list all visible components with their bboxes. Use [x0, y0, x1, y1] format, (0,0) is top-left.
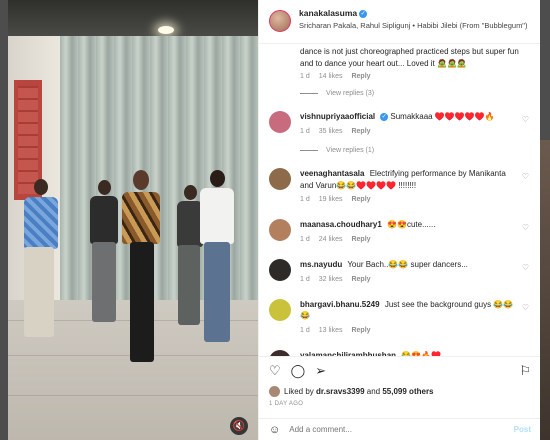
liker-avatar: [269, 386, 280, 397]
liked-by-summary: Liked by dr.sravs3399 and 55,099 others: [269, 386, 531, 397]
commenter-username[interactable]: maanasa.choudhary1: [300, 220, 382, 229]
bookmark-icon[interactable]: ⚐: [519, 363, 531, 379]
verified-icon: ✓: [380, 113, 389, 122]
audio-track-link[interactable]: Sricharan Pakala, Rahul Sipligunj • Habi…: [299, 21, 527, 31]
comment-time: 1 d: [300, 127, 310, 135]
comment-likes[interactable]: 14 likes: [319, 73, 343, 80]
commenter-username[interactable]: veenaghantasala: [300, 169, 364, 178]
commenter-avatar[interactable]: [269, 298, 291, 321]
comment-text: Sumakkaaa ♥️♥️♥️♥️♥️🔥: [390, 112, 495, 122]
post-actions: ♡ ◯ ➢ ⚐ Liked by dr.sravs3399 and 55,099…: [259, 356, 540, 416]
reply-button[interactable]: Reply: [351, 235, 370, 245]
reel-video[interactable]: 🔇: [8, 0, 258, 440]
comments-panel: kanakalasuma ✓ Sricharan Pakala, Rahul Si…: [258, 0, 540, 440]
comments-list[interactable]: dance is not just choreographed practice…: [259, 44, 540, 356]
commenter-avatar[interactable]: [269, 219, 291, 242]
view-replies-label: View replies (3): [326, 90, 375, 98]
dancer-right: [194, 170, 240, 360]
mute-button[interactable]: 🔇: [230, 417, 248, 435]
like-comment-heart-icon[interactable]: ♡: [522, 303, 529, 312]
heart-icon[interactable]: ♡: [269, 363, 281, 379]
top-comment-line-2: and to dance your heart out... Loved it …: [300, 58, 467, 68]
reply-button[interactable]: Reply: [351, 127, 370, 137]
top-comment-meta: 1 d 14 likes Reply: [300, 73, 531, 80]
commenter-username[interactable]: ms.nayudu: [300, 260, 342, 269]
like-comment-heart-icon[interactable]: ♡: [522, 172, 529, 181]
replies-dash: [300, 149, 318, 151]
reply-button[interactable]: Reply: [351, 275, 370, 285]
comment-likes[interactable]: 13 likes: [319, 326, 343, 336]
view-replies-label: View replies (1): [326, 146, 375, 154]
add-comment-bar: ☺ Post: [259, 418, 540, 440]
comment-item: vishnupriyaaofficial ✓ Sumakkaaa ♥️♥️♥️♥️…: [269, 111, 531, 137]
comment-input[interactable]: [289, 425, 514, 434]
post-button[interactable]: Post: [514, 425, 531, 434]
reply-button[interactable]: Reply: [351, 73, 370, 80]
author-avatar[interactable]: [269, 10, 291, 32]
reply-button[interactable]: Reply: [351, 195, 370, 205]
backdrop-next-post-edge: [540, 140, 550, 440]
commenter-avatar[interactable]: [269, 258, 291, 281]
like-comment-heart-icon[interactable]: ♡: [522, 223, 529, 232]
view-replies-button[interactable]: View replies (3): [300, 90, 531, 97]
comment-time: 1 d: [300, 275, 310, 283]
view-replies-button[interactable]: View replies (1): [300, 147, 531, 154]
post-date[interactable]: 1 DAY AGO: [269, 401, 531, 407]
comment-item: veenaghantasala Electrifying performance…: [269, 167, 531, 205]
share-icon[interactable]: ➢: [315, 363, 326, 379]
commenter-avatar[interactable]: [269, 111, 291, 134]
post-header: kanakalasuma ✓ Sricharan Pakala, Rahul Si…: [259, 0, 540, 44]
commenter-username[interactable]: bhargavi.bhanu.5249: [300, 300, 380, 309]
comment-time: 1 d: [300, 326, 310, 334]
emoji-icon[interactable]: ☺: [269, 424, 280, 436]
dancer-center: [116, 170, 166, 370]
comment-item: ms.nayudu Your Bach..😂😂 super dancers...…: [269, 258, 531, 285]
reply-button[interactable]: Reply: [351, 326, 370, 336]
video-ceiling-light: [158, 26, 174, 34]
comment-likes[interactable]: 35 likes: [319, 127, 343, 137]
comment-text: Your Bach..😂😂 super dancers...: [347, 259, 468, 269]
comment-icon[interactable]: ◯: [291, 363, 306, 379]
top-comment-line-1: dance is not just choreographed practice…: [300, 47, 519, 56]
dancer-left: [16, 175, 66, 345]
comment-likes[interactable]: 19 likes: [319, 195, 343, 205]
comment-time: 1 d: [300, 196, 310, 204]
liked-by-prefix: Liked by: [284, 387, 314, 396]
like-comment-heart-icon[interactable]: ♡: [522, 115, 529, 124]
like-comment-heart-icon[interactable]: ♡: [522, 263, 529, 272]
author-username[interactable]: kanakalasuma: [299, 8, 357, 18]
top-comment-text: dance is not just choreographed practice…: [300, 46, 531, 69]
comment-text: 😍😍cute......: [387, 220, 436, 230]
liked-by-and: and: [366, 387, 381, 396]
post-modal: 🔇 kanakalasuma ✓ Sricharan Pakala, Rahul …: [8, 0, 540, 440]
video-ceiling: [8, 0, 258, 38]
comment-likes[interactable]: 32 likes: [319, 275, 343, 285]
commenter-username[interactable]: vishnupriyaaofficial: [300, 112, 375, 121]
comment-item: bhargavi.bhanu.5249 Just see the backgro…: [269, 298, 531, 336]
replies-dash: [300, 93, 318, 95]
comment-time: 1 d: [300, 235, 310, 243]
mute-icon: 🔇: [232, 420, 246, 432]
commenter-avatar[interactable]: [269, 167, 291, 190]
verified-icon: ✓: [359, 9, 368, 18]
comment-likes[interactable]: 24 likes: [319, 235, 343, 245]
liked-by-user[interactable]: dr.sravs3399: [316, 387, 365, 396]
comment-time: 1 d: [300, 73, 310, 81]
comment-item: maanasa.choudhary1 😍😍cute...... 1 d 24 l…: [269, 219, 531, 245]
liked-by-count[interactable]: 55,099 others: [382, 387, 433, 396]
